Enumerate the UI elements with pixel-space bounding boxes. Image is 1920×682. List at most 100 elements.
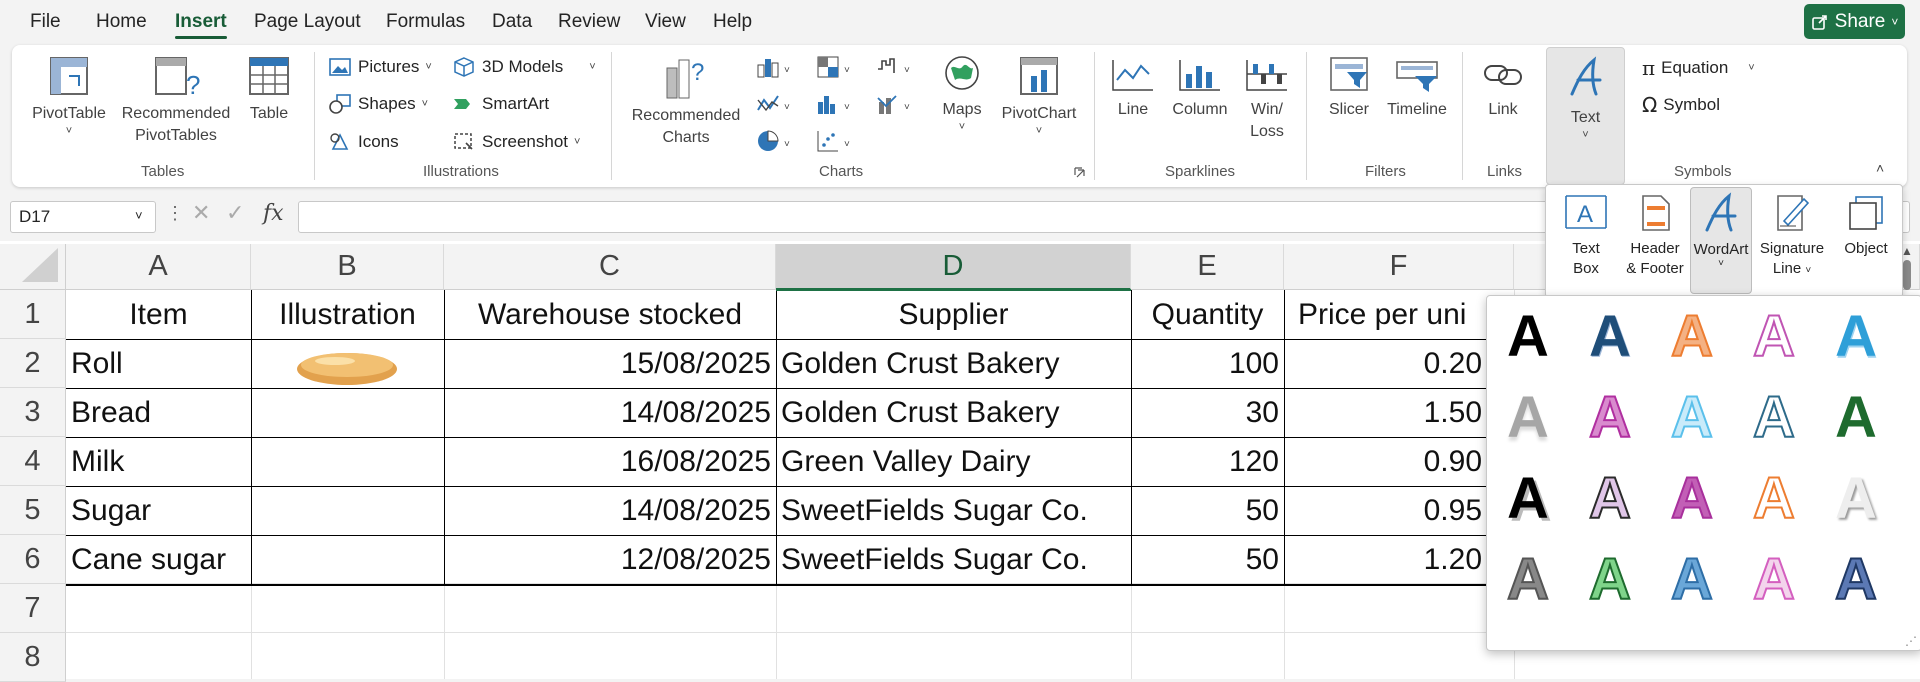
row-header-8[interactable]: 8 [0, 633, 66, 682]
header-warehouse[interactable]: Warehouse stocked [444, 290, 776, 339]
cell-supplier[interactable]: Golden Crust Bakery [776, 339, 1131, 388]
cell-price[interactable]: 0.95 [1284, 486, 1487, 535]
column-chart-button[interactable]: ˅ [756, 55, 796, 84]
cell-date[interactable]: 15/08/2025 [444, 339, 776, 388]
timeline-button[interactable]: Timeline [1382, 54, 1452, 121]
wordart-style-8[interactable]: A [1657, 384, 1727, 451]
row-header-5[interactable]: 5 [0, 486, 66, 535]
cell-item[interactable]: Bread [66, 388, 251, 437]
pivotchart-button[interactable]: PivotChart ˅ [997, 54, 1081, 137]
collapse-ribbon-icon[interactable]: ˄ [1876, 160, 1884, 176]
wordart-style-9[interactable]: A [1739, 384, 1809, 451]
wordart-style-10[interactable]: A [1821, 385, 1891, 451]
bread-roll-image[interactable] [295, 347, 399, 392]
menu-help[interactable]: Help [713, 11, 752, 33]
menu-file[interactable]: File [30, 11, 61, 33]
menu-home[interactable]: Home [96, 11, 147, 33]
link-button[interactable]: Link [1476, 54, 1530, 121]
wordart-button[interactable]: WordArt ˅ [1690, 187, 1752, 294]
wordart-style-14[interactable]: A [1739, 465, 1809, 532]
symbol-button[interactable]: Ω Symbol [1642, 93, 1720, 117]
object-button[interactable]: Object [1836, 193, 1896, 259]
cell-item[interactable]: Sugar [66, 486, 251, 535]
cell-item[interactable]: Cane sugar [66, 535, 251, 584]
cell-supplier[interactable]: Green Valley Dairy [776, 437, 1131, 486]
wordart-style-20[interactable]: A [1821, 546, 1891, 613]
sparkline-column-button[interactable]: Column [1168, 54, 1232, 121]
scroll-thumb[interactable] [1903, 260, 1911, 290]
header-price[interactable]: Price per uni [1284, 290, 1514, 339]
waterfall-chart-button[interactable]: ˅ [876, 55, 916, 84]
cell-quantity[interactable]: 30 [1131, 388, 1284, 437]
wordart-style-2[interactable]: A [1575, 304, 1645, 370]
menu-insert[interactable]: Insert [175, 11, 227, 33]
cell-quantity[interactable]: 120 [1131, 437, 1284, 486]
insert-function-icon[interactable]: fx [263, 201, 284, 226]
hierarchy-chart-button[interactable]: ˅ [816, 55, 856, 84]
wordart-style-4[interactable]: A [1739, 303, 1809, 370]
menu-view[interactable]: View [645, 11, 686, 33]
enter-icon[interactable]: ✓ [226, 200, 244, 226]
pictures-button[interactable]: Pictures ˅ [328, 56, 432, 78]
row-header-7[interactable]: 7 [0, 584, 66, 633]
table-button[interactable]: Table [243, 54, 295, 125]
menu-page-layout[interactable]: Page Layout [254, 11, 361, 33]
statistic-chart-button[interactable]: ˅ [816, 92, 856, 121]
cell-date[interactable]: 16/08/2025 [444, 437, 776, 486]
wordart-style-12[interactable]: A [1575, 465, 1645, 532]
line-chart-button[interactable]: ˅ [756, 92, 796, 121]
wordart-style-1[interactable]: A [1493, 304, 1563, 370]
cell-quantity[interactable]: 50 [1131, 535, 1284, 584]
recommended-charts-button[interactable]: ? Recommended Charts [626, 54, 746, 149]
wordart-style-5[interactable]: A [1821, 304, 1891, 370]
wordart-style-7[interactable]: A [1575, 384, 1645, 451]
cell-quantity[interactable]: 100 [1131, 339, 1284, 388]
column-header-a[interactable]: A [66, 244, 251, 290]
cell-date[interactable]: 14/08/2025 [444, 388, 776, 437]
header-quantity[interactable]: Quantity [1131, 290, 1284, 339]
equation-button[interactable]: π Equation ˅ [1642, 56, 1755, 80]
column-header-d[interactable]: D [776, 244, 1131, 290]
header-item[interactable]: Item [66, 290, 251, 339]
sparkline-winloss-button[interactable]: Win/ Loss [1242, 54, 1292, 143]
cell-date[interactable]: 14/08/2025 [444, 486, 776, 535]
screenshot-button[interactable]: Screenshot ˅ [452, 131, 580, 153]
column-header-f[interactable]: F [1284, 244, 1514, 290]
smartart-button[interactable]: SmartArt [452, 93, 549, 115]
icons-button[interactable]: Icons [328, 131, 399, 153]
row-header-4[interactable]: 4 [0, 437, 66, 486]
header-footer-button[interactable]: Header & Footer [1620, 193, 1690, 279]
more-options-icon[interactable]: ⋮ [166, 203, 184, 224]
sparkline-line-button[interactable]: Line [1108, 54, 1158, 121]
text-box-button[interactable]: A Text Box [1556, 193, 1616, 279]
wordart-style-6[interactable]: A [1493, 385, 1563, 451]
dialog-launcher-icon[interactable] [1074, 167, 1086, 179]
column-header-c[interactable]: C [444, 244, 776, 290]
cell-date[interactable]: 12/08/2025 [444, 535, 776, 584]
cell-item[interactable]: Roll [66, 339, 251, 388]
column-header-e[interactable]: E [1131, 244, 1284, 290]
chevron-down-icon[interactable]: ˅ [135, 208, 143, 223]
row-header-2[interactable]: 2 [0, 339, 66, 388]
menu-review[interactable]: Review [558, 11, 620, 33]
wordart-style-13[interactable]: A [1657, 465, 1727, 532]
wordart-style-16[interactable]: A [1493, 546, 1563, 613]
cell-item[interactable]: Milk [66, 437, 251, 486]
name-box[interactable]: D17 ˅ [10, 201, 156, 233]
shapes-button[interactable]: Shapes ˅ [328, 93, 428, 115]
menu-data[interactable]: Data [492, 11, 532, 33]
slicer-button[interactable]: Slicer [1320, 54, 1378, 121]
cell-price[interactable]: 1.20 [1284, 535, 1487, 584]
pivot-table-button[interactable]: PivotTable ˅ [26, 54, 112, 137]
header-supplier[interactable]: Supplier [776, 290, 1131, 339]
row-header-3[interactable]: 3 [0, 388, 66, 437]
wordart-style-19[interactable]: A [1739, 546, 1809, 613]
share-button[interactable]: Share ˅ [1804, 4, 1905, 39]
row-header-1[interactable]: 1 [0, 290, 66, 339]
cancel-icon[interactable]: ✕ [192, 200, 210, 226]
cell-supplier[interactable]: Golden Crust Bakery [776, 388, 1131, 437]
cell-price[interactable]: 0.90 [1284, 437, 1487, 486]
row-header-6[interactable]: 6 [0, 535, 66, 584]
pie-chart-button[interactable]: ˅ [756, 129, 796, 158]
menu-formulas[interactable]: Formulas [386, 11, 465, 33]
